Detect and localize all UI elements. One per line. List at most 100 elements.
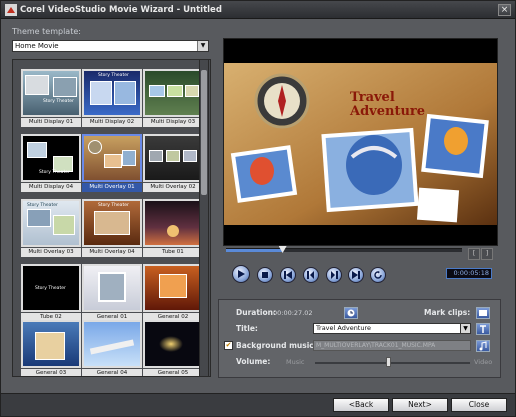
thumb-label: Multi Overlay 01 — [82, 183, 142, 192]
thumb-image — [21, 320, 81, 368]
next-frame-button[interactable] — [326, 267, 342, 283]
thumb-label: Multi Overlay 03 — [21, 248, 81, 257]
mark-clips-button[interactable] — [476, 307, 490, 319]
home-button[interactable] — [280, 267, 296, 283]
close-button[interactable]: Close — [451, 398, 507, 412]
mark-out-button[interactable]: ] — [481, 248, 493, 260]
theme-thumb-13[interactable]: General 04 — [82, 320, 142, 376]
thumb-label: Multi Display 03 — [143, 118, 203, 127]
thumb-image — [82, 264, 142, 312]
play-icon — [238, 270, 245, 278]
duration-settings-button[interactable] — [344, 307, 358, 319]
thumb-label: General 03 — [21, 369, 81, 376]
volume-label: Volume: — [236, 357, 271, 366]
timecode-display[interactable]: 0:00:05:18 — [446, 268, 492, 279]
clips-icon — [479, 310, 487, 316]
title-text-button[interactable] — [476, 323, 490, 335]
background-music-label: Background music: — [236, 341, 317, 350]
repeat-button[interactable] — [370, 267, 386, 283]
back-button[interactable]: <Back — [333, 398, 389, 412]
thumb-label: Multi Display 04 — [21, 183, 81, 192]
thumb-label: Multi Display 01 — [21, 118, 81, 127]
theme-template-value: Home Movie — [15, 42, 59, 50]
clock-icon — [347, 309, 355, 317]
thumb-image: Story Theater — [21, 69, 81, 117]
volume-slider[interactable] — [315, 362, 470, 364]
chevron-down-icon[interactable]: ▼ — [460, 323, 471, 334]
thumb-caption: Story Theater — [98, 203, 129, 208]
theme-template-label: Theme template: — [12, 27, 81, 36]
thumb-image: Story Theater — [21, 264, 81, 312]
thumb-image — [143, 199, 203, 247]
text-icon — [480, 325, 486, 333]
preview-image — [224, 63, 497, 225]
thumb-image: Story Theater — [21, 134, 81, 182]
theme-thumb-6[interactable]: Story Theater Multi Overlay 03 — [21, 199, 81, 261]
thumb-image: Story Theater — [82, 69, 142, 117]
thumbnail-scrollbar[interactable] — [199, 59, 209, 377]
app-icon — [5, 4, 17, 16]
theme-template-select[interactable]: Home Movie ▼ — [12, 40, 209, 52]
theme-thumb-2[interactable]: Multi Display 03 — [143, 69, 203, 131]
previous-frame-button[interactable] — [303, 267, 319, 283]
theme-thumb-7[interactable]: Story Theater Multi Overlay 04 — [82, 199, 142, 261]
thumb-image — [143, 69, 203, 117]
thumb-label: Multi Overlay 04 — [82, 248, 142, 257]
stop-button[interactable] — [257, 267, 273, 283]
thumb-label: General 04 — [82, 369, 142, 376]
thumb-caption: Story Theater — [43, 99, 74, 104]
step-back-icon — [307, 271, 314, 279]
theme-thumb-4[interactable]: Multi Overlay 01 — [82, 134, 142, 196]
music-settings-button[interactable] — [476, 340, 490, 352]
thumb-caption: Story Theater — [98, 73, 129, 78]
chevron-down-icon[interactable]: ▼ — [197, 41, 208, 51]
theme-thumb-0[interactable]: Story Theater Multi Display 01 — [21, 69, 81, 131]
play-button[interactable] — [232, 265, 250, 283]
thumb-image — [143, 264, 203, 312]
thumb-label: General 05 — [143, 369, 203, 376]
theme-thumb-3[interactable]: Story Theater Multi Display 04 — [21, 134, 81, 196]
scrollbar-thumb[interactable] — [201, 70, 207, 195]
volume-video-label: Video — [474, 358, 493, 366]
end-button[interactable] — [348, 267, 364, 283]
preview-caption-line1: Travel — [350, 90, 395, 105]
thumb-label: Multi Overlay 02 — [143, 183, 203, 192]
thumb-image — [82, 320, 142, 368]
theme-thumb-8[interactable]: Tube 01 — [143, 199, 203, 261]
volume-music-label: Music — [286, 358, 305, 366]
close-window-button[interactable]: × — [498, 4, 511, 16]
theme-thumb-10[interactable]: General 01 — [82, 264, 142, 326]
next-button[interactable]: Next> — [392, 398, 448, 412]
thumb-image — [143, 320, 203, 368]
window-title: Corel VideoStudio Movie Wizard - Untitle… — [20, 5, 222, 15]
thumb-caption: Story Theater — [39, 170, 70, 175]
theme-thumb-14[interactable]: General 05 — [143, 320, 203, 376]
duration-label: Duration: — [236, 308, 276, 317]
thumb-image — [82, 134, 142, 182]
theme-thumb-11[interactable]: General 02 — [143, 264, 203, 326]
background-music-field[interactable]: M_MULTIOVERLAY\TRACK01_MUSIC.MPA — [313, 340, 471, 351]
preview-window: Travel Adventure — [223, 38, 498, 246]
thumb-label: Multi Display 02 — [82, 118, 142, 127]
preview-caption: Travel Adventure — [350, 91, 425, 119]
seek-bar[interactable] — [226, 246, 462, 253]
title-label: Title: — [236, 324, 258, 333]
theme-thumb-1[interactable]: Story Theater Multi Display 02 — [82, 69, 142, 131]
seek-progress — [226, 249, 283, 252]
volume-slider-handle[interactable] — [386, 357, 392, 367]
theme-thumb-5[interactable]: Multi Overlay 02 — [143, 134, 203, 196]
theme-thumb-12[interactable]: General 03 — [21, 320, 81, 376]
skip-start-icon — [284, 271, 292, 279]
background-music-checkbox[interactable]: ✔ — [224, 341, 233, 350]
theme-thumb-9[interactable]: Story Theater Tube 02 — [21, 264, 81, 326]
thumb-label: Tube 01 — [143, 248, 203, 257]
thumb-image: Story Theater — [82, 199, 142, 247]
mark-in-button[interactable]: [ — [468, 248, 480, 260]
title-select[interactable]: Travel Adventure — [313, 323, 471, 334]
stop-icon — [262, 272, 268, 278]
step-forward-icon — [331, 271, 338, 279]
thumb-caption: Story Theater — [35, 286, 66, 291]
duration-value: 00:00:27.02 — [273, 309, 313, 317]
title-bar: Corel VideoStudio Movie Wizard - Untitle… — [1, 1, 515, 19]
music-note-icon — [479, 341, 487, 351]
